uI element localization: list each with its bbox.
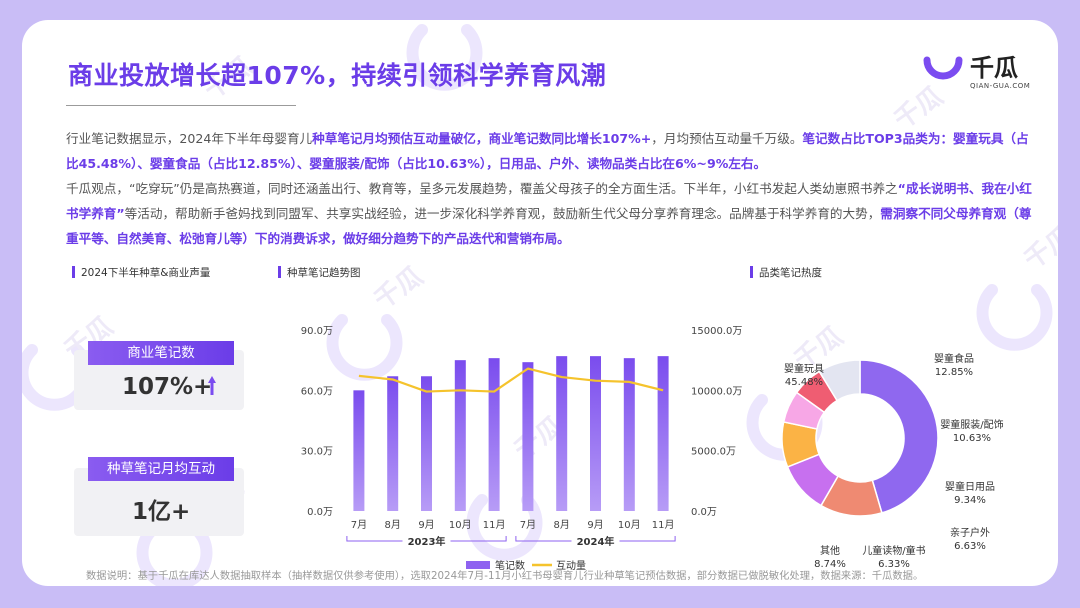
trend-chart-title: 种草笔记趋势图 — [278, 265, 361, 280]
brand-url: QIAN-GUA.COM — [970, 82, 1031, 90]
commercial-kpi-value: 107%+ — [122, 374, 213, 400]
trend-bar — [488, 358, 500, 511]
y-left-tick-label: 30.0万 — [301, 447, 333, 458]
donut-value: 10.63% — [953, 433, 991, 444]
summary-paragraph-2: 千瓜观点，“吃穿玩”仍是高热赛道，同时还涵盖出行、教育等，呈多元发展趋势，覆盖父… — [66, 176, 1038, 251]
year-group-label: 2024年 — [577, 535, 615, 548]
y-left-tick-label: 90.0万 — [301, 326, 333, 337]
x-tick-label: 9月 — [587, 519, 603, 531]
donut-value: 45.48% — [785, 377, 823, 388]
trend-bar — [556, 356, 568, 511]
commercial-kpi-label: 商业笔记数 — [88, 341, 234, 365]
interaction-kpi-label: 种草笔记月均互动 — [88, 457, 234, 481]
kpi-section-title: 2024下半年种草&商业声量 — [72, 265, 210, 280]
donut-label: 婴童服装/配饰 — [940, 418, 1003, 431]
donut-label: 婴童食品 — [934, 352, 974, 365]
x-tick-label: 11月 — [483, 519, 506, 531]
report-card: 千瓜 千瓜 千瓜 千瓜 千瓜 千瓜 千瓜 千瓜 商业投放增长超107%，持续引领… — [22, 20, 1058, 586]
donut-label: 婴童玩具 — [784, 362, 824, 375]
x-tick-label: 8月 — [385, 519, 401, 531]
p1-text-c: ，月均预估互动量千万级。 — [651, 131, 803, 146]
trend-bar — [522, 362, 534, 511]
p1-highlight-b: 种草笔记月均预估互动量破亿，商业笔记数同比增长107%+ — [312, 131, 652, 146]
trend-bar — [454, 360, 466, 511]
trend-chart: 0.0万30.0万60.0万90.0万0.0万5000.0万10000.0万15… — [301, 326, 743, 572]
brand-name: 千瓜 — [970, 54, 1018, 82]
y-left-tick-label: 0.0万 — [307, 507, 333, 518]
summary-text: 行业笔记数据显示，2024年下半年母婴育儿种草笔记月均预估互动量破亿，商业笔记数… — [66, 126, 1038, 251]
data-note: 数据说明：基于千瓜在库达人数据抽取样本（抽样数据仅供参考使用），选取2024年7… — [86, 570, 924, 582]
x-tick-label: 7月 — [520, 519, 536, 531]
donut-value: 6.63% — [954, 541, 986, 552]
donut-value: 12.85% — [935, 367, 973, 378]
x-tick-label: 10月 — [449, 519, 472, 531]
brand-logo: 千瓜 QIAN-GUA.COM — [922, 48, 1032, 106]
donut-label: 其他 — [820, 544, 840, 557]
qiangua-logo-icon — [923, 56, 963, 80]
title-divider — [66, 105, 296, 106]
y-right-tick-label: 0.0万 — [691, 507, 717, 518]
p1-text-a: 行业笔记数据显示，2024年下半年母婴育儿 — [66, 131, 313, 146]
category-chart-title: 品类笔记热度 — [750, 265, 822, 280]
trend-bar — [421, 376, 432, 511]
trend-bar — [387, 376, 399, 511]
donut-label: 儿童读物/童书 — [862, 544, 925, 557]
y-right-tick-label: 5000.0万 — [691, 447, 736, 458]
x-tick-label: 11月 — [652, 519, 675, 531]
donut-label: 婴童日用品 — [945, 480, 995, 493]
y-left-tick-label: 60.0万 — [301, 386, 333, 397]
x-tick-label: 8月 — [554, 519, 570, 531]
summary-paragraph-1: 行业笔记数据显示，2024年下半年母婴育儿种草笔记月均预估互动量破亿，商业笔记数… — [66, 126, 1038, 176]
x-tick-label: 9月 — [418, 519, 434, 531]
trend-bar — [353, 390, 365, 511]
year-group-label: 2023年 — [408, 535, 446, 548]
interaction-line — [358, 367, 664, 393]
p2-text-a: 千瓜观点，“吃穿玩”仍是高热赛道，同时还涵盖出行、教育等，呈多元发展趋势，覆盖父… — [66, 181, 898, 196]
x-tick-label: 10月 — [618, 519, 641, 531]
donut-value: 9.34% — [954, 495, 986, 506]
x-tick-label: 7月 — [351, 519, 367, 531]
arrow-up-icon — [208, 376, 216, 395]
interaction-kpi-value: 1亿+ — [132, 499, 191, 525]
trend-bar — [657, 356, 669, 511]
category-donut-chart: 婴童玩具 45.48% 婴童食品 12.85% 婴童服装/配饰 10.63% 婴童日用品 9.… — [781, 352, 1004, 570]
p2-text-c: 等活动，帮助新手爸妈找到同盟军、共享实战经验，进一步深化科学养育观，鼓励新生代父… — [124, 206, 881, 221]
page-title: 商业投放增长超107%，持续引领科学养育风潮 — [68, 61, 607, 90]
donut-label: 亲子户外 — [950, 526, 990, 539]
